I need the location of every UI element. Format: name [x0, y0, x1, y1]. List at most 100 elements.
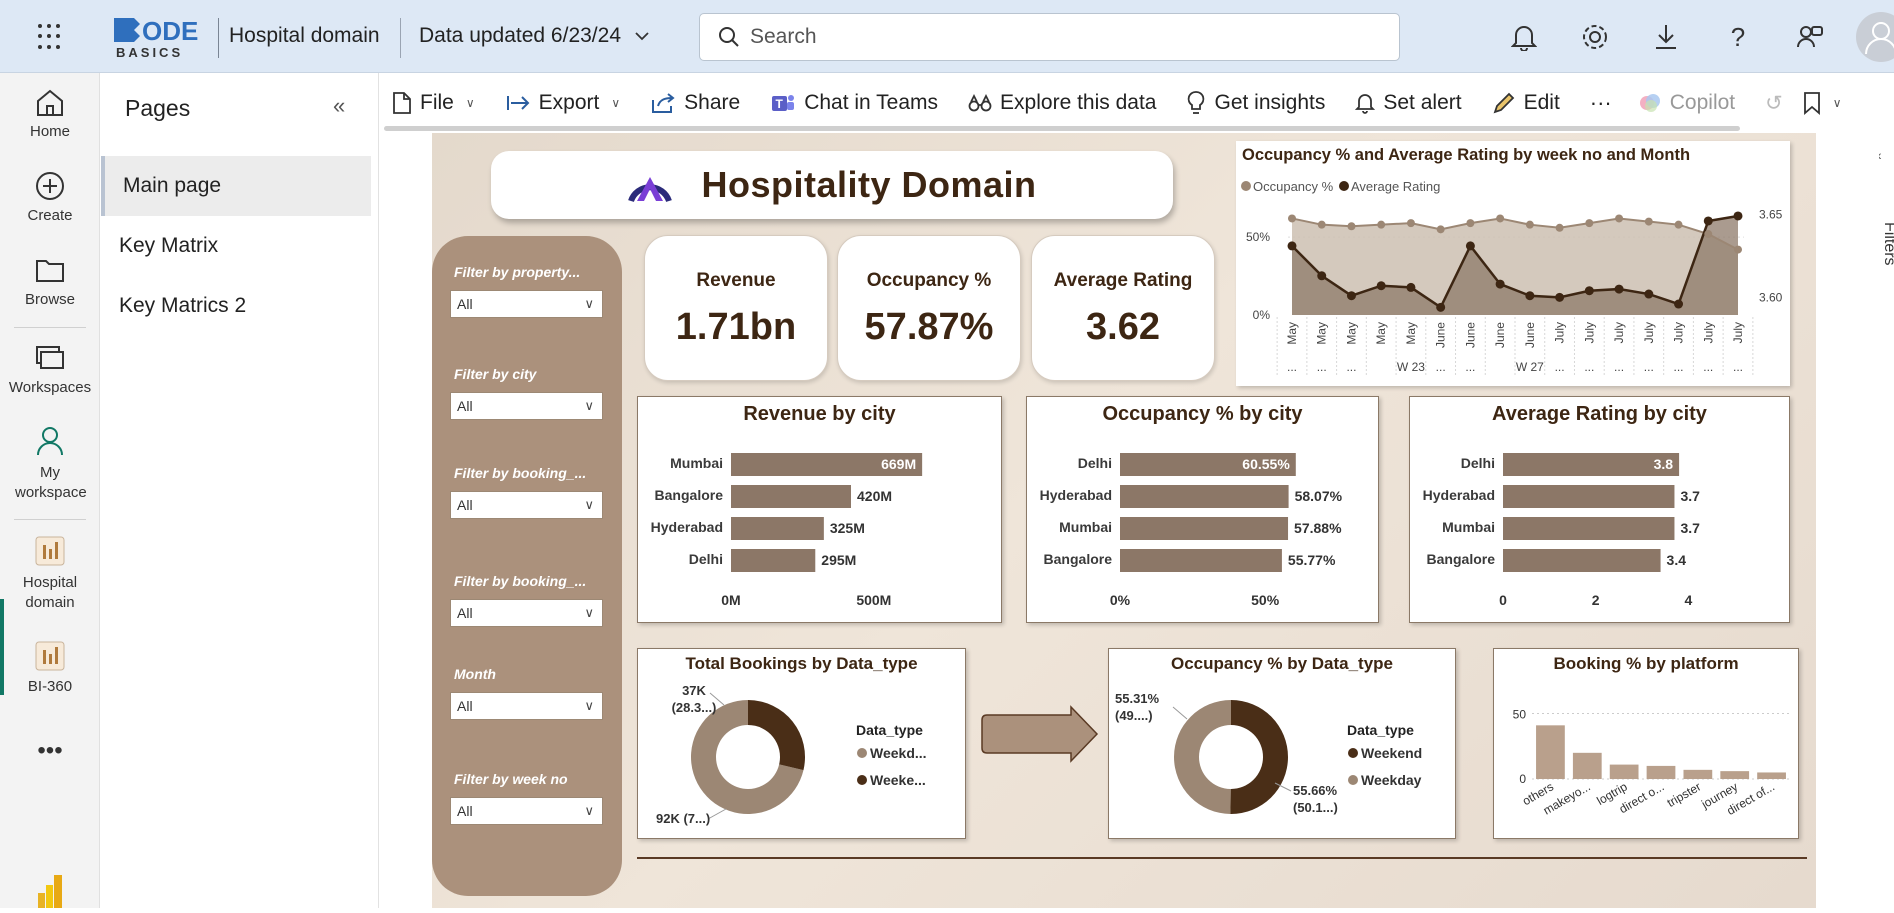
- app-launcher-icon[interactable]: [38, 24, 64, 50]
- set-alert-button[interactable]: Set alert: [1355, 91, 1462, 115]
- booking-by-platform-chart[interactable]: Booking % by platform 50 0 others makeyo...…: [1493, 648, 1799, 839]
- gear-icon[interactable]: [1578, 20, 1612, 54]
- nav-workspaces-label: Workspaces: [8, 379, 92, 396]
- chevron-down-icon: ∨: [584, 296, 594, 311]
- week-label: ...: [1346, 360, 1356, 374]
- chevron-down-icon: ∨: [584, 698, 594, 713]
- data-updated-dropdown[interactable]: Data updated 6/23/24: [419, 24, 649, 48]
- page-key-matrics-2[interactable]: Key Matrics 2: [101, 276, 371, 336]
- legend-label: Occupancy %: [1253, 179, 1334, 194]
- get-insights-button[interactable]: Get insights: [1186, 90, 1325, 116]
- filters-pane-toggle[interactable]: ‹ Filters: [1877, 147, 1894, 290]
- avatar[interactable]: [1856, 12, 1894, 62]
- data-label: 58.07%: [1295, 488, 1343, 504]
- rating-bars: Delhi 3.8 Hyderabad 3.7 Mumbai 3.7 Bangalore 3.…: [1423, 453, 1700, 608]
- tick-label: 4: [1684, 592, 1692, 608]
- chart-title: Revenue by city: [743, 403, 896, 425]
- explore-data-button[interactable]: Explore this data: [968, 91, 1156, 115]
- kpi-value: 57.87%: [864, 306, 994, 348]
- person-icon: [37, 427, 63, 456]
- filter-month-select[interactable]: All ∨: [450, 692, 603, 720]
- chat-in-teams-button[interactable]: T Chat in Teams: [770, 91, 938, 115]
- bell-icon[interactable]: [1507, 20, 1541, 54]
- column-bar: [1646, 765, 1676, 779]
- filter-value: All: [457, 497, 473, 513]
- pages-title: Pages: [125, 95, 191, 121]
- download-icon[interactable]: [1649, 20, 1683, 54]
- nav-my-workspace[interactable]: My workspace: [0, 425, 100, 503]
- data-label: (50.1...): [1293, 800, 1338, 815]
- nav-browse[interactable]: Browse: [0, 255, 100, 308]
- column-bar: [1683, 769, 1713, 779]
- page-main[interactable]: Main page: [101, 156, 371, 216]
- file-menu[interactable]: File ∨: [392, 91, 475, 115]
- x-tick-label: July: [1582, 322, 1596, 343]
- filter-property-select[interactable]: All ∨: [450, 290, 603, 318]
- page-key-matrix[interactable]: Key Matrix: [101, 216, 371, 276]
- x-tick-label: July: [1701, 322, 1715, 343]
- kpi-value: 1.71bn: [675, 306, 797, 348]
- home-icon: [37, 89, 63, 116]
- data-label: 325M: [830, 520, 865, 536]
- more-options-icon[interactable]: ···: [1590, 90, 1612, 116]
- nav-hospital-domain-label: Hospital domain: [22, 574, 78, 611]
- x-tick-label: July: [1612, 322, 1626, 343]
- feedback-icon[interactable]: [1793, 20, 1827, 54]
- filter-week-select[interactable]: All ∨: [450, 797, 603, 825]
- collapse-pane-icon[interactable]: «: [333, 93, 345, 119]
- report-icon: [35, 536, 65, 566]
- data-label: 55.31%: [1115, 691, 1160, 706]
- week-label: ...: [1555, 360, 1565, 374]
- search-icon: [719, 27, 739, 47]
- share-button[interactable]: Share: [650, 91, 740, 115]
- kpi-card-average-rating[interactable]: Average Rating 3.62: [1031, 235, 1215, 381]
- point-occupancy: [1317, 220, 1326, 229]
- nav-create[interactable]: Create: [0, 171, 100, 224]
- point-occupancy: [1436, 225, 1445, 234]
- point-occupancy: [1555, 223, 1564, 232]
- point-occupancy: [1585, 219, 1594, 228]
- kpi-label: Average Rating: [1053, 270, 1193, 291]
- filter-booking-2-select[interactable]: All ∨: [450, 599, 603, 627]
- point-rating: [1614, 284, 1624, 294]
- total-bookings-donut-chart[interactable]: Total Bookings by Data_type Data_type Wee…: [637, 648, 966, 839]
- occupancy-by-city-chart[interactable]: Occupancy % by city Delhi 60.55% Hyderabad…: [1026, 396, 1379, 623]
- data-label: 57.88%: [1294, 520, 1342, 536]
- nav-bi-360[interactable]: BI-360: [0, 640, 100, 695]
- kpi-card-occupancy[interactable]: Occupancy % 57.87%: [837, 235, 1021, 381]
- point-rating: [1346, 291, 1356, 301]
- search-input[interactable]: [750, 25, 1350, 49]
- nav-hospital-domain[interactable]: Hospital domain: [0, 535, 100, 613]
- column-bar: [1609, 764, 1639, 779]
- workspace-title[interactable]: Hospital domain: [229, 24, 380, 48]
- help-icon[interactable]: ?: [1721, 20, 1755, 54]
- horizontal-scrollbar[interactable]: [384, 126, 1740, 131]
- revenue-by-city-chart[interactable]: Revenue by city Mumbai 669M Bangalore 420M H…: [637, 396, 1002, 623]
- chart-title: Occupancy % by city: [1102, 403, 1303, 425]
- tick-label: 50%: [1251, 592, 1280, 608]
- week-label: W 23: [1397, 360, 1425, 374]
- copilot-button[interactable]: Copilot: [1638, 91, 1735, 115]
- kpi-label: Occupancy %: [866, 270, 992, 291]
- chevron-down-icon: ∨: [584, 605, 594, 620]
- occupancy-data-type-donut-chart[interactable]: Occupancy % by Data_type Data_type Weeken…: [1108, 648, 1456, 839]
- undo-icon[interactable]: ↺: [1765, 91, 1783, 116]
- nav-home[interactable]: Home: [0, 87, 100, 140]
- kpi-label: Revenue: [696, 270, 776, 291]
- more-icon[interactable]: •••: [0, 737, 100, 765]
- average-rating-by-city-chart[interactable]: Average Rating by city Delhi 3.8 Hyderabad…: [1409, 396, 1790, 623]
- category-label: Hyderabad: [1423, 487, 1495, 503]
- export-menu[interactable]: Export ∨: [505, 91, 620, 115]
- legend-label: Weekd...: [870, 745, 927, 761]
- kpi-card-revenue[interactable]: Revenue 1.71bn: [644, 235, 828, 381]
- occupancy-rating-line-chart[interactable]: Occupancy % and Average Rating by week n…: [1236, 141, 1790, 386]
- filter-booking-1-select[interactable]: All ∨: [450, 491, 603, 519]
- divider-line: [637, 857, 1807, 859]
- search-box[interactable]: [699, 13, 1400, 61]
- category-label: Hyderabad: [1040, 487, 1112, 503]
- nav-workspaces[interactable]: Workspaces: [0, 343, 100, 396]
- filter-city-select[interactable]: All ∨: [450, 392, 603, 420]
- leader-line: [1172, 706, 1188, 720]
- bookmark-icon[interactable]: ∨: [1803, 91, 1842, 115]
- edit-button[interactable]: Edit: [1492, 91, 1560, 115]
